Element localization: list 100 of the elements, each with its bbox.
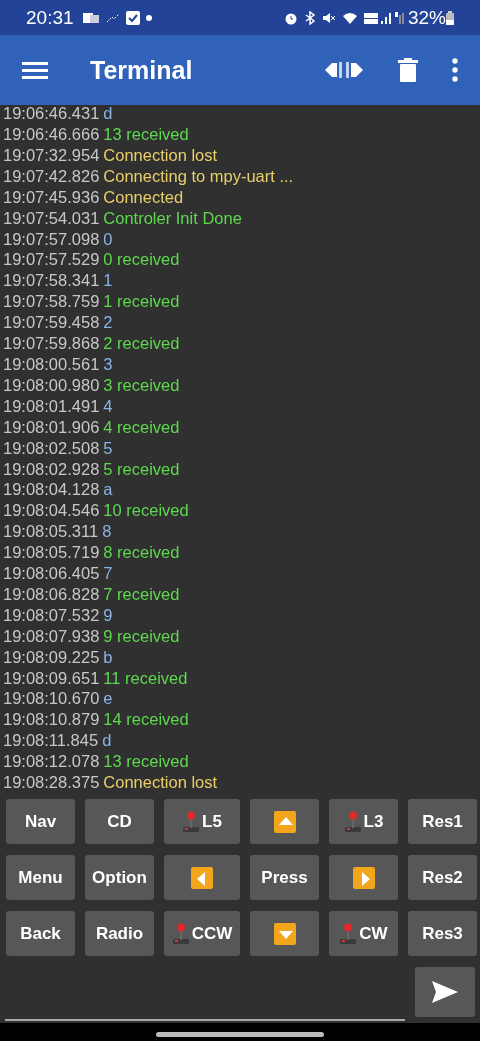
log-message: d bbox=[102, 730, 112, 752]
log-message: a bbox=[103, 479, 113, 501]
log-message: 2 bbox=[103, 312, 113, 334]
log-timestamp: 19:08:02.928 bbox=[3, 458, 100, 480]
log-message: Connection lost bbox=[103, 144, 218, 166]
log-timestamp: 19:08:00.561 bbox=[3, 353, 100, 375]
command-button[interactable]: Res2 bbox=[408, 855, 477, 900]
log-timestamp: 19:07:59.458 bbox=[3, 312, 100, 334]
log-timestamp: 19:06:46.431 bbox=[3, 105, 100, 124]
log-timestamp: 19:07:32.954 bbox=[3, 144, 100, 166]
log-message: 0 received bbox=[103, 249, 180, 271]
log-timestamp: 19:08:00.980 bbox=[3, 374, 100, 396]
log-timestamp: 19:07:59.868 bbox=[3, 333, 100, 354]
joystick-icon bbox=[343, 810, 362, 833]
log-timestamp: 19:08:06.828 bbox=[3, 583, 100, 605]
log-message: e bbox=[103, 688, 113, 710]
log-message: Connecting to mpy-uart ... bbox=[103, 165, 294, 187]
log-timestamp: 19:08:12.078 bbox=[3, 751, 100, 773]
log-timestamp: 19:07:57.098 bbox=[3, 228, 100, 250]
command-button[interactable]: L3 bbox=[329, 799, 398, 844]
log-timestamp: 19:08:10.670 bbox=[3, 688, 100, 710]
command-button[interactable]: Nav bbox=[6, 799, 75, 844]
log-message: 14 received bbox=[103, 709, 189, 731]
log-message: Connection lost bbox=[103, 772, 218, 793]
joystick-icon bbox=[339, 922, 358, 945]
app-title: Terminal bbox=[90, 55, 194, 85]
log-timestamp: 19:08:02.508 bbox=[3, 437, 100, 459]
log-timestamp: 19:08:10.879 bbox=[3, 709, 100, 731]
log-timestamp: 19:08:09.651 bbox=[3, 667, 100, 689]
log-timestamp: 19:07:42.826 bbox=[3, 165, 100, 187]
log-timestamp: 19:08:04.128 bbox=[3, 479, 100, 501]
clock: 20:31 bbox=[26, 6, 74, 29]
command-button[interactable]: Res1 bbox=[408, 799, 477, 844]
send-icon bbox=[431, 980, 459, 1004]
log-message: d bbox=[103, 105, 113, 124]
log-message: 7 received bbox=[103, 583, 180, 605]
log-message: 11 received bbox=[103, 667, 188, 689]
command-button[interactable]: Radio bbox=[85, 911, 154, 956]
log-timestamp: 19:08:09.225 bbox=[3, 646, 100, 668]
send-button[interactable] bbox=[415, 967, 475, 1017]
wifi-icon bbox=[341, 10, 358, 25]
arrow-button[interactable] bbox=[329, 855, 398, 900]
arrow-button[interactable] bbox=[164, 855, 240, 900]
connect-icon[interactable] bbox=[324, 59, 364, 81]
log-message: 7 bbox=[103, 563, 113, 584]
command-button[interactable]: CCW bbox=[164, 911, 240, 956]
signal-icon bbox=[363, 10, 404, 25]
log-message: b bbox=[103, 646, 113, 668]
log-timestamp: 19:07:57.529 bbox=[3, 249, 100, 271]
log-timestamp: 19:08:28.375 bbox=[3, 772, 100, 793]
log-timestamp: 19:08:07.938 bbox=[3, 625, 100, 647]
more-icon[interactable] bbox=[452, 58, 458, 82]
log-message: 5 bbox=[103, 437, 113, 459]
log-message: 2 received bbox=[103, 333, 180, 354]
joystick-icon bbox=[171, 922, 190, 945]
log-message: 13 received bbox=[103, 124, 189, 145]
log-message: 0 bbox=[103, 228, 113, 250]
log-timestamp: 19:07:54.031 bbox=[3, 207, 100, 229]
log-message: 10 received bbox=[103, 500, 189, 522]
log-message: 3 bbox=[103, 353, 113, 375]
log-message: 5 received bbox=[103, 458, 180, 480]
command-button[interactable]: Back bbox=[6, 911, 75, 956]
joystick-icon bbox=[182, 810, 201, 833]
log-timestamp: 19:08:01.906 bbox=[3, 416, 100, 438]
log-timestamp: 19:08:04.546 bbox=[3, 500, 100, 522]
command-button[interactable]: CD bbox=[85, 799, 154, 844]
command-button[interactable]: CW bbox=[329, 911, 398, 956]
log-timestamp: 19:08:11.845 bbox=[3, 730, 99, 752]
command-button[interactable]: Option bbox=[85, 855, 154, 900]
log-timestamp: 19:08:01.491 bbox=[3, 395, 100, 417]
log-timestamp: 19:07:58.759 bbox=[3, 291, 100, 313]
log-timestamp: 19:08:07.532 bbox=[3, 604, 100, 626]
log-timestamp: 19:07:45.936 bbox=[3, 186, 100, 208]
trash-icon[interactable] bbox=[398, 58, 418, 82]
menu-icon[interactable] bbox=[22, 60, 48, 80]
mute-icon bbox=[321, 10, 336, 25]
log-message: 8 received bbox=[103, 542, 180, 564]
bluetooth-icon bbox=[303, 10, 316, 25]
checkbox-icon bbox=[125, 10, 140, 25]
command-button[interactable]: Menu bbox=[6, 855, 75, 900]
log-message: 1 bbox=[103, 270, 113, 292]
log-message: 1 received bbox=[103, 291, 180, 313]
notification-icon bbox=[81, 10, 100, 25]
arrow-button[interactable] bbox=[250, 911, 319, 956]
log-message: 4 received bbox=[103, 416, 180, 438]
battery-percent: 32% bbox=[407, 6, 446, 29]
arrow-button[interactable] bbox=[250, 799, 319, 844]
log-message: Connected bbox=[103, 186, 184, 208]
log-message: 4 bbox=[103, 395, 113, 417]
dot-icon bbox=[145, 14, 152, 21]
command-button[interactable]: Res3 bbox=[408, 911, 477, 956]
log-timestamp: 19:08:05.311 bbox=[3, 521, 99, 543]
command-button[interactable]: Press bbox=[250, 855, 319, 900]
log-message: 3 received bbox=[103, 374, 180, 396]
command-button[interactable]: L5 bbox=[164, 799, 240, 844]
log-message: 9 received bbox=[103, 625, 180, 647]
log-timestamp: 19:06:46.666 bbox=[3, 124, 100, 145]
log-timestamp: 19:08:06.405 bbox=[3, 563, 100, 584]
log-message: 9 bbox=[103, 604, 113, 626]
log-timestamp: 19:08:05.719 bbox=[3, 542, 100, 564]
